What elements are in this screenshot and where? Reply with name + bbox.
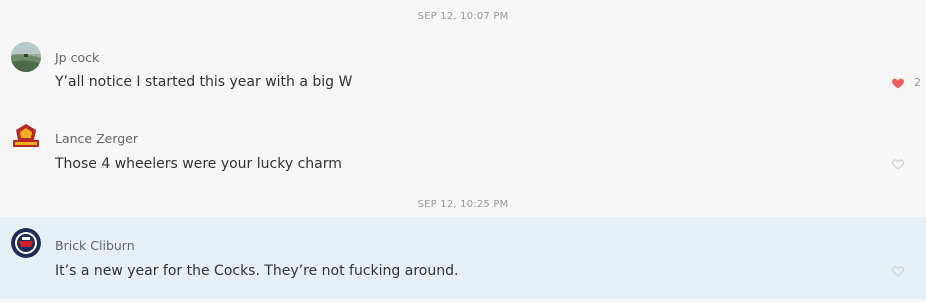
sender-name: Brick Cliburn [55, 238, 135, 253]
heart-outline-icon[interactable] [891, 264, 905, 278]
like-count: 2 [914, 76, 921, 89]
avatar[interactable] [11, 228, 41, 258]
message-text: Y’all notice I started this year with a … [55, 74, 353, 90]
message-row[interactable]: Lance Zerger Those 4 wheelers were your … [0, 117, 926, 189]
sender-name: Jp cock [55, 50, 100, 65]
badge-logo-avatar-icon [11, 228, 41, 258]
timestamp-divider: SEP 12, 10:25 PM [417, 199, 509, 210]
landscape-avatar-icon [11, 42, 41, 72]
message-text: Those 4 wheelers were your lucky charm [55, 156, 342, 172]
message-text: It’s a new year for the Cocks. They’re n… [55, 263, 459, 279]
heart-outline-icon[interactable] [891, 157, 905, 171]
avatar[interactable] [11, 42, 41, 72]
sender-name: Lance Zerger [55, 131, 139, 146]
team-logo-avatar-icon [11, 122, 41, 152]
heart-filled-icon[interactable] [891, 76, 905, 90]
message-row[interactable]: Brick Cliburn It’s a new year for the Co… [0, 217, 926, 299]
timestamp-divider: SEP 12, 10:07 PM [417, 11, 509, 22]
message-row[interactable]: Jp cock Y’all notice I started this year… [0, 36, 926, 106]
avatar[interactable] [11, 122, 41, 152]
